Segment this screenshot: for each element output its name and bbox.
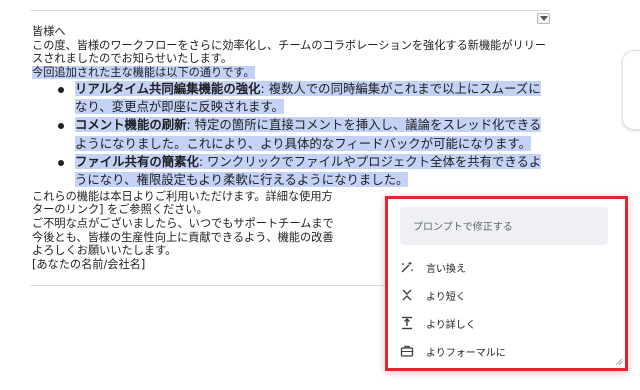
bullet-icon: [58, 123, 64, 130]
menu-item-rephrase[interactable]: 言い換え: [400, 257, 466, 277]
resize-grip-icon[interactable]: [615, 358, 623, 366]
prompt-placeholder: プロンプトで修正する: [413, 222, 513, 233]
prompt-input[interactable]: プロンプトで修正する: [400, 207, 608, 245]
feature-title: リアルタイム共同編集機能の強化: [75, 80, 261, 96]
elaborate-icon: [400, 316, 414, 330]
briefcase-icon: [400, 344, 414, 358]
list-item: コメント機能の刷新: 特定の箇所に直接コメントを挿入し、議論をスレッド化できるよ…: [58, 116, 552, 153]
bullet-icon: [58, 86, 64, 93]
intro-paragraph: この度、皆様のワークフローをさらに効率化し、チームのコラボレーションを強化する新…: [32, 38, 547, 66]
menu-item-shorten[interactable]: より短く: [400, 285, 466, 305]
chevron-down-icon: [539, 16, 548, 21]
menu-item-label: 言い換え: [426, 263, 466, 275]
greeting: 皆様へ: [32, 25, 66, 38]
features-lead: 今回追加された主な機能は以下の通りです。: [32, 66, 255, 80]
menu-item-elaborate[interactable]: より詳しく: [400, 313, 476, 333]
bullet-icon: [58, 160, 64, 166]
editor-top-border: [30, 10, 550, 11]
list-item: リアルタイム共同編集機能の強化: 複数人での同時編集がこれまで以上にスムーズにな…: [58, 80, 552, 117]
menu-item-formal[interactable]: よりフォーマルに: [400, 341, 506, 361]
feature-list: リアルタイム共同編集機能の強化: 複数人での同時編集がこれまで以上にスムーズにな…: [32, 80, 552, 190]
ai-rewrite-menu: プロンプトで修正する 言い換え より短く より詳しく よりフォーマルに: [385, 196, 628, 371]
dropdown-toggle-button[interactable]: [537, 13, 550, 24]
menu-item-label: より詳しく: [426, 319, 476, 331]
list-item: ファイル共有の簡素化: ワンクリックでファイルやプロジェクト全体を共有できるよう…: [58, 153, 552, 190]
menu-item-label: よりフォーマルに: [426, 347, 506, 359]
menu-item-label: より短く: [426, 291, 466, 303]
feature-title: コメント機能の刷新: [75, 117, 187, 133]
side-panel-card: [622, 50, 640, 130]
shorten-icon: [400, 288, 414, 302]
rephrase-icon: [400, 260, 414, 274]
feature-title: ファイル共有の簡素化: [75, 154, 199, 169]
